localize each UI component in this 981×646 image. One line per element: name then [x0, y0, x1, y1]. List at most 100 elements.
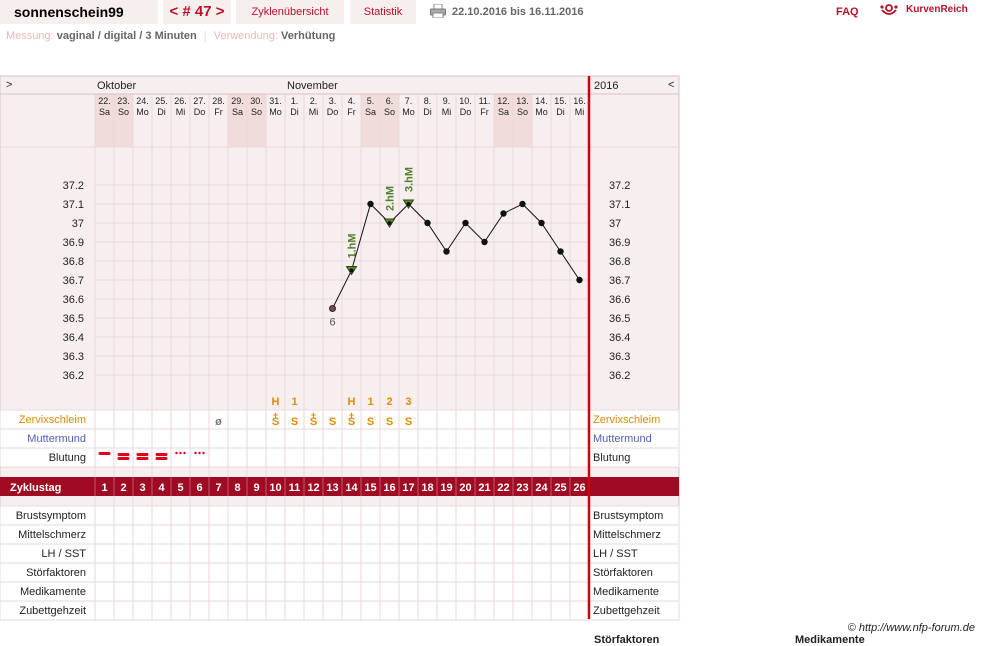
y-tick-right: 36.9 — [609, 237, 630, 249]
date-label: 11. — [479, 96, 491, 106]
zervix-entry: S — [272, 416, 279, 428]
zervix-entry: S — [329, 416, 336, 428]
cycle-day-number: 26 — [573, 482, 585, 494]
cycle-day-number: 22 — [497, 482, 509, 494]
y-tick-left: 36.9 — [63, 237, 84, 249]
cycle-day-number: 14 — [345, 482, 358, 494]
zervix-entry: S — [405, 416, 412, 428]
date-label: 28. — [212, 96, 225, 106]
row-lower — [0, 600, 680, 621]
cycle-day-number: 12 — [307, 482, 319, 494]
row-lower — [0, 581, 680, 602]
weekday-label: Sa — [498, 107, 509, 117]
cycle-day-number: 18 — [421, 482, 433, 494]
bleeding-mark — [117, 453, 130, 456]
y-tick-right: 36.4 — [609, 332, 630, 344]
row-label-right-lower: LH / SST — [593, 548, 638, 560]
temperature-point — [443, 248, 450, 255]
row-label-right-lower: Störfaktoren — [593, 567, 653, 579]
weekday-label: Di — [157, 107, 166, 117]
date-label: 1. — [291, 96, 299, 106]
cycle-day-label: Zyklustag — [10, 482, 61, 494]
weekday-label: So — [384, 107, 395, 117]
row-label-right-muttermund: Muttermund — [593, 433, 652, 445]
temperature-point — [576, 276, 583, 284]
weekday-label: Mi — [176, 107, 186, 117]
weekday-label: Sa — [365, 107, 376, 117]
y-tick-right: 36.8 — [609, 256, 630, 268]
row-label-zervix: Zervixschleim — [19, 414, 86, 426]
cycle-day-number: 20 — [459, 482, 471, 494]
y-tick-left: 36.8 — [63, 256, 84, 268]
month-label: November — [287, 80, 338, 92]
bleeding-dot — [183, 451, 186, 455]
cycle-day-number: 8 — [234, 482, 240, 494]
bleeding-mark — [155, 457, 168, 460]
temperature-point — [367, 200, 374, 208]
date-label: 27. — [193, 96, 206, 106]
date-label: 8. — [424, 96, 432, 106]
zervix-entry: S — [367, 416, 374, 428]
temperature-point — [349, 268, 354, 273]
date-label: 30. — [250, 96, 263, 106]
cycle-day-number: 7 — [215, 482, 221, 494]
row-zervix — [0, 409, 680, 430]
zervix-entry: S — [310, 416, 317, 428]
weekday-label: Do — [327, 107, 339, 117]
row-lower — [0, 562, 680, 583]
cycle-chart: 37.2 37.237.1 37.137 3736.9 36.936.8 36.836.7… — [0, 75, 680, 621]
chart-nav-right: < — [668, 79, 674, 91]
cycle-day-number: 15 — [364, 482, 376, 494]
bleeding-dot — [175, 451, 178, 455]
row-label-blutung: Blutung — [49, 452, 86, 464]
bleeding-dot — [202, 451, 205, 455]
cycle-day-number: 2 — [120, 482, 126, 494]
peak-marker: 1 — [291, 396, 297, 408]
temperature-point — [406, 202, 411, 206]
bleeding-mark — [117, 457, 130, 460]
weekday-label: Sa — [99, 107, 110, 117]
zervix-entry: ø — [215, 416, 222, 428]
row-label-right-blutung: Blutung — [593, 452, 630, 464]
temperature-point — [500, 210, 507, 217]
row-label-lower: Zubettgehzeit — [19, 605, 86, 617]
row-label-right-lower: Brustsymptom — [593, 510, 663, 522]
row-label-lower: LH / SST — [41, 548, 86, 560]
row-lower — [0, 543, 680, 564]
bleeding-dot — [179, 451, 182, 455]
weekday-label: Mi — [575, 107, 585, 117]
y-tick-left: 36.4 — [63, 332, 84, 344]
cycle-day-number: 5 — [177, 482, 183, 494]
weekday-label: Mi — [442, 107, 452, 117]
date-label: 4. — [348, 96, 356, 106]
weekday-label: Fr — [480, 107, 489, 117]
weekday-label: Fr — [214, 107, 223, 117]
weekday-label: Di — [290, 107, 299, 117]
row-label-lower: Mittelschmerz — [18, 529, 86, 541]
date-label: 2. — [310, 96, 318, 106]
weekday-label: So — [251, 107, 262, 117]
y-tick-right: 36.5 — [609, 313, 630, 325]
y-tick-left: 36.7 — [63, 275, 84, 287]
date-label: 24. — [136, 96, 149, 106]
cycle-day-number: 13 — [326, 482, 338, 494]
bleeding-mark — [136, 453, 149, 456]
y-tick-right: 36.3 — [609, 351, 630, 363]
date-label: 15. — [554, 96, 567, 106]
y-tick-right: 36.7 — [609, 275, 630, 287]
cycle-day-number: 17 — [402, 482, 414, 494]
year-label: 2016 — [594, 80, 618, 92]
temperature-point — [329, 305, 336, 312]
temperature-point — [462, 219, 469, 227]
date-label: 9. — [443, 96, 451, 106]
cycle-day-number: 3 — [139, 482, 145, 494]
weekday-label: Do — [460, 107, 472, 117]
cycle-day-number: 23 — [516, 482, 528, 494]
weekday-label: Mi — [309, 107, 319, 117]
weekday-label: Mo — [535, 107, 548, 117]
date-label: 25. — [155, 96, 168, 106]
y-tick-left: 36.3 — [63, 351, 84, 363]
row-label-right-lower: Medikamente — [593, 586, 659, 598]
bleeding-mark — [98, 452, 111, 455]
chart-nav-left: > — [6, 79, 12, 91]
